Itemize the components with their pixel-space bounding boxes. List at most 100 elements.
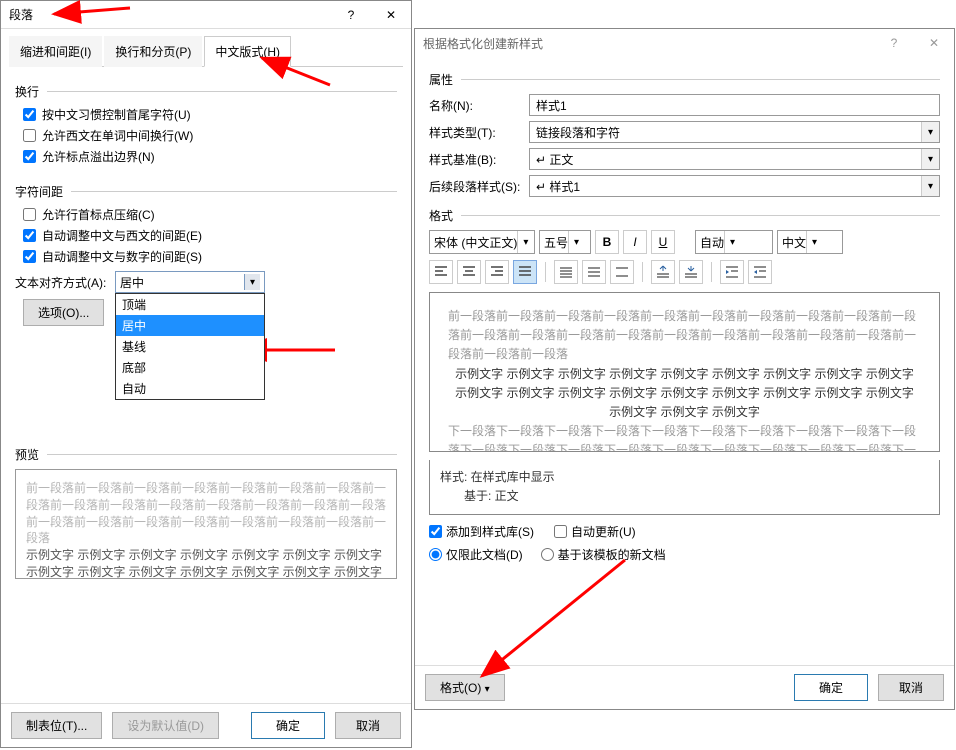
check-first-last[interactable]: 按中文习惯控制首尾字符(U) — [23, 106, 397, 123]
line-break-group: 换行 — [15, 83, 397, 100]
select-value: ↵ 正文 — [536, 151, 573, 168]
lang-select[interactable]: 中文▾ — [777, 230, 843, 254]
info-box: 样式: 在样式库中显示 基于: 正文 — [429, 460, 940, 515]
checkbox[interactable] — [23, 129, 36, 142]
para-space-dec-button[interactable] — [679, 260, 703, 284]
preview-sample: 示例文字 示例文字 示例文字 示例文字 示例文字 示例文字 示例文字 示例文字 … — [26, 547, 386, 579]
type-row: 样式类型(T): 链接段落和字符▾ — [429, 121, 940, 143]
line-spacing-1-button[interactable] — [554, 260, 578, 284]
align-right-button[interactable] — [485, 260, 509, 284]
dropdown-list: 顶端 居中 基线 底部 自动 — [115, 293, 265, 400]
format-menu-button[interactable]: 格式(O) ▾ — [425, 674, 505, 701]
help-button[interactable]: ? — [874, 29, 914, 57]
cancel-button[interactable]: 取消 — [878, 674, 944, 701]
option-center[interactable]: 居中 — [116, 315, 264, 336]
format-bar-2 — [429, 260, 940, 284]
add-gallery-check[interactable]: 添加到样式库(S) — [429, 523, 534, 540]
base-select[interactable]: ↵ 正文 ▾ — [529, 148, 940, 170]
next-select[interactable]: ↵ 样式1▾ — [529, 175, 940, 197]
label: 自动调整中文与西文的间距(E) — [42, 227, 202, 244]
align-center-button[interactable] — [457, 260, 481, 284]
format-group: 格式 — [429, 207, 940, 224]
base-row: 样式基准(B): ↵ 正文▾ — [429, 148, 940, 170]
preview-sample: 示例文字 示例文字 示例文字 示例文字 示例文字 示例文字 示例文字 示例文字 … — [448, 365, 921, 423]
help-button[interactable]: ? — [331, 1, 371, 29]
text-align-select[interactable]: 居中 ▾ 顶端 居中 基线 底部 自动 — [115, 271, 265, 293]
cancel-button[interactable]: 取消 — [335, 712, 401, 739]
tab-asian[interactable]: 中文版式(H) — [204, 36, 291, 67]
name-input[interactable] — [529, 94, 940, 116]
properties-group: 属性 — [429, 71, 940, 88]
button-row: 制表位(T)... 设为默认值(D) 确定 取消 — [1, 703, 411, 747]
check-hanging-punct[interactable]: 允许标点溢出边界(N) — [23, 148, 397, 165]
select-value: ↵ 样式1 — [536, 178, 580, 195]
dialog-title: 根据格式化创建新样式 — [423, 35, 874, 52]
chevron-down-icon: ▾ — [724, 231, 740, 253]
indent-dec-button[interactable] — [720, 260, 744, 284]
info-line-1: 样式: 在样式库中显示 — [440, 468, 929, 487]
select-value: 居中 — [120, 274, 144, 291]
type-select[interactable]: 链接段落和字符▾ — [529, 121, 940, 143]
gallery-check-row: 添加到样式库(S) 自动更新(U) — [429, 523, 940, 540]
checkbox[interactable] — [23, 250, 36, 263]
bold-button[interactable]: B — [595, 230, 619, 254]
indent-inc-button[interactable] — [748, 260, 772, 284]
ok-button[interactable]: 确定 — [794, 674, 868, 701]
template-radio[interactable]: 基于该模板的新文档 — [541, 546, 666, 563]
checkbox[interactable] — [23, 150, 36, 163]
checkbox[interactable] — [23, 208, 36, 221]
label: 按中文习惯控制首尾字符(U) — [42, 106, 191, 123]
option-baseline[interactable]: 基线 — [116, 336, 264, 357]
check-cn-latin[interactable]: 自动调整中文与西文的间距(E) — [23, 227, 397, 244]
select-value: 五号 — [544, 234, 568, 251]
options-button[interactable]: 选项(O)... — [23, 299, 104, 326]
paragraph-dialog: 段落 ? ✕ 缩进和间距(I) 换行和分页(P) 中文版式(H) 换行 按中文习… — [0, 0, 412, 748]
titlebar: 段落 ? ✕ — [1, 1, 411, 29]
size-select[interactable]: 五号▾ — [539, 230, 591, 254]
para-space-inc-button[interactable] — [651, 260, 675, 284]
chevron-down-icon: ▾ — [806, 231, 822, 253]
select-value: 自动 — [700, 234, 724, 251]
tab-indent[interactable]: 缩进和间距(I) — [9, 36, 102, 67]
select-value: 宋体 (中文正文) — [434, 234, 517, 251]
close-button[interactable]: ✕ — [914, 29, 954, 57]
next-label: 后续段落样式(S): — [429, 178, 529, 195]
option-top[interactable]: 顶端 — [116, 294, 264, 315]
line-spacing-2-button[interactable] — [610, 260, 634, 284]
check-compress[interactable]: 允许行首标点压缩(C) — [23, 206, 397, 223]
color-select[interactable]: 自动▾ — [695, 230, 773, 254]
checkbox[interactable] — [23, 229, 36, 242]
align-justify-button[interactable] — [513, 260, 537, 284]
tab-strip: 缩进和间距(I) 换行和分页(P) 中文版式(H) — [9, 35, 403, 67]
align-left-button[interactable] — [429, 260, 453, 284]
scope-radio-row: 仅限此文档(D) 基于该模板的新文档 — [429, 546, 940, 563]
text-align-label: 文本对齐方式(A): — [15, 274, 115, 291]
dialog-content: 换行 按中文习惯控制首尾字符(U) 允许西文在单词中间换行(W) 允许标点溢出边… — [1, 67, 411, 591]
option-bottom[interactable]: 底部 — [116, 357, 264, 378]
font-select[interactable]: 宋体 (中文正文)▾ — [429, 230, 535, 254]
titlebar: 根据格式化创建新样式 ? ✕ — [415, 29, 954, 57]
close-button[interactable]: ✕ — [371, 1, 411, 29]
char-spacing-group: 字符间距 — [15, 183, 397, 200]
only-doc-radio[interactable]: 仅限此文档(D) — [429, 546, 523, 563]
checkbox[interactable] — [23, 108, 36, 121]
chevron-down-icon: ▾ — [921, 149, 939, 169]
create-style-dialog: 根据格式化创建新样式 ? ✕ 属性 名称(N): 样式类型(T): 链接段落和字… — [414, 28, 955, 710]
info-line-2: 基于: 正文 — [440, 487, 929, 506]
label: 允许标点溢出边界(N) — [42, 148, 155, 165]
tab-page[interactable]: 换行和分页(P) — [104, 36, 202, 67]
preview-box: 前一段落前一段落前一段落前一段落前一段落前一段落前一段落前一段落前一段落前一段落… — [429, 292, 940, 452]
italic-button[interactable]: I — [623, 230, 647, 254]
check-cn-number[interactable]: 自动调整中文与数字的间距(S) — [23, 248, 397, 265]
underline-button[interactable]: U — [651, 230, 675, 254]
chevron-down-icon: ▾ — [568, 231, 584, 253]
preview-ghost-before: 前一段落前一段落前一段落前一段落前一段落前一段落前一段落前一段落前一段落前一段落… — [26, 480, 386, 547]
tabs-button[interactable]: 制表位(T)... — [11, 712, 102, 739]
option-auto[interactable]: 自动 — [116, 378, 264, 399]
ok-button[interactable]: 确定 — [251, 712, 325, 739]
check-latin-wrap[interactable]: 允许西文在单词中间换行(W) — [23, 127, 397, 144]
auto-update-check[interactable]: 自动更新(U) — [554, 523, 636, 540]
select-box[interactable]: 居中 ▾ — [115, 271, 265, 293]
default-button[interactable]: 设为默认值(D) — [112, 712, 219, 739]
line-spacing-15-button[interactable] — [582, 260, 606, 284]
